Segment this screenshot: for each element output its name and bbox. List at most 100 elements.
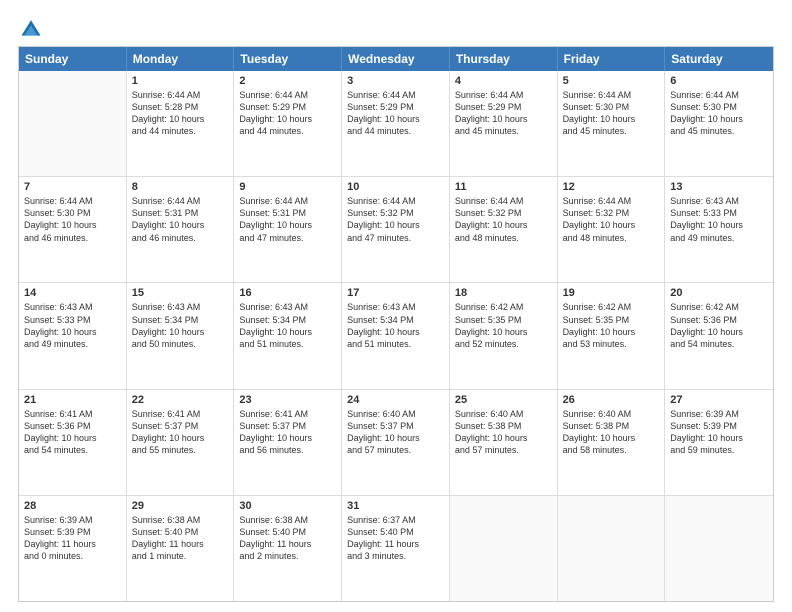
day-info: Sunrise: 6:38 AM Sunset: 5:40 PM Dayligh…: [239, 514, 336, 563]
calendar-row-1: 7 Sunrise: 6:44 AM Sunset: 5:30 PM Daylig…: [19, 177, 773, 283]
day-info: Sunrise: 6:44 AM Sunset: 5:29 PM Dayligh…: [455, 89, 552, 138]
day-info: Sunrise: 6:42 AM Sunset: 5:35 PM Dayligh…: [455, 301, 552, 350]
day-info: Sunrise: 6:42 AM Sunset: 5:35 PM Dayligh…: [563, 301, 660, 350]
day-info: Sunrise: 6:40 AM Sunset: 5:37 PM Dayligh…: [347, 408, 444, 457]
day-cell-31: 31 Sunrise: 6:37 AM Sunset: 5:40 PM Dayli…: [342, 496, 450, 601]
day-info: Sunrise: 6:38 AM Sunset: 5:40 PM Dayligh…: [132, 514, 229, 563]
day-info: Sunrise: 6:39 AM Sunset: 5:39 PM Dayligh…: [670, 408, 768, 457]
day-number: 18: [455, 287, 552, 299]
header-cell-sunday: Sunday: [19, 47, 127, 71]
calendar: SundayMondayTuesdayWednesdayThursdayFrid…: [18, 46, 774, 602]
day-cell-2: 2 Sunrise: 6:44 AM Sunset: 5:29 PM Daylig…: [234, 71, 342, 176]
day-cell-3: 3 Sunrise: 6:44 AM Sunset: 5:29 PM Daylig…: [342, 71, 450, 176]
header-cell-friday: Friday: [558, 47, 666, 71]
day-info: Sunrise: 6:41 AM Sunset: 5:36 PM Dayligh…: [24, 408, 121, 457]
day-number: 1: [132, 75, 229, 87]
day-info: Sunrise: 6:42 AM Sunset: 5:36 PM Dayligh…: [670, 301, 768, 350]
day-number: 30: [239, 500, 336, 512]
calendar-row-0: 1Sunrise: 6:44 AM Sunset: 5:28 PM Daylig…: [19, 71, 773, 177]
day-number: 9: [239, 181, 336, 193]
day-number: 11: [455, 181, 552, 193]
day-cell-16: 16 Sunrise: 6:43 AM Sunset: 5:34 PM Dayli…: [234, 283, 342, 388]
day-number: 15: [132, 287, 229, 299]
day-info: Sunrise: 6:44 AM Sunset: 5:32 PM Dayligh…: [563, 195, 660, 244]
day-info: Sunrise: 6:41 AM Sunset: 5:37 PM Dayligh…: [239, 408, 336, 457]
day-info: Sunrise: 6:44 AM Sunset: 5:29 PM Dayligh…: [347, 89, 444, 138]
day-info: Sunrise: 6:43 AM Sunset: 5:33 PM Dayligh…: [24, 301, 121, 350]
calendar-header: SundayMondayTuesdayWednesdayThursdayFrid…: [19, 47, 773, 71]
day-info: Sunrise: 6:44 AM Sunset: 5:32 PM Dayligh…: [455, 195, 552, 244]
day-cell-11: 11 Sunrise: 6:44 AM Sunset: 5:32 PM Dayli…: [450, 177, 558, 282]
day-cell-10: 10 Sunrise: 6:44 AM Sunset: 5:32 PM Dayli…: [342, 177, 450, 282]
day-cell-8: 8 Sunrise: 6:44 AM Sunset: 5:31 PM Daylig…: [127, 177, 235, 282]
day-cell-20: 20 Sunrise: 6:42 AM Sunset: 5:36 PM Dayli…: [665, 283, 773, 388]
day-number: 6: [670, 75, 768, 87]
empty-cell-4-6: [665, 496, 773, 601]
header-cell-monday: Monday: [127, 47, 235, 71]
day-number: 28: [24, 500, 121, 512]
day-info: Sunrise: 6:44 AM Sunset: 5:32 PM Dayligh…: [347, 195, 444, 244]
day-cell-13: 13 Sunrise: 6:43 AM Sunset: 5:33 PM Dayli…: [665, 177, 773, 282]
day-info: Sunrise: 6:37 AM Sunset: 5:40 PM Dayligh…: [347, 514, 444, 563]
day-number: 7: [24, 181, 121, 193]
day-info: Sunrise: 6:44 AM Sunset: 5:30 PM Dayligh…: [24, 195, 121, 244]
day-number: 22: [132, 394, 229, 406]
day-number: 17: [347, 287, 444, 299]
calendar-row-2: 14 Sunrise: 6:43 AM Sunset: 5:33 PM Dayli…: [19, 283, 773, 389]
day-number: 8: [132, 181, 229, 193]
day-info: Sunrise: 6:44 AM Sunset: 5:31 PM Dayligh…: [132, 195, 229, 244]
day-info: Sunrise: 6:43 AM Sunset: 5:34 PM Dayligh…: [239, 301, 336, 350]
day-cell-1: 1Sunrise: 6:44 AM Sunset: 5:28 PM Daylig…: [127, 71, 235, 176]
day-info: Sunrise: 6:41 AM Sunset: 5:37 PM Dayligh…: [132, 408, 229, 457]
day-cell-5: 5 Sunrise: 6:44 AM Sunset: 5:30 PM Daylig…: [558, 71, 666, 176]
day-number: 14: [24, 287, 121, 299]
day-cell-21: 21 Sunrise: 6:41 AM Sunset: 5:36 PM Dayli…: [19, 390, 127, 495]
day-cell-7: 7 Sunrise: 6:44 AM Sunset: 5:30 PM Daylig…: [19, 177, 127, 282]
day-info: Sunrise: 6:44 AM Sunset: 5:30 PM Dayligh…: [563, 89, 660, 138]
logo: [18, 18, 42, 36]
day-cell-24: 24 Sunrise: 6:40 AM Sunset: 5:37 PM Dayli…: [342, 390, 450, 495]
calendar-row-4: 28 Sunrise: 6:39 AM Sunset: 5:39 PM Dayli…: [19, 496, 773, 601]
day-cell-26: 26Sunrise: 6:40 AM Sunset: 5:38 PM Dayli…: [558, 390, 666, 495]
day-number: 2: [239, 75, 336, 87]
day-info: Sunrise: 6:43 AM Sunset: 5:34 PM Dayligh…: [132, 301, 229, 350]
day-number: 24: [347, 394, 444, 406]
empty-cell-4-5: [558, 496, 666, 601]
day-cell-25: 25Sunrise: 6:40 AM Sunset: 5:38 PM Dayli…: [450, 390, 558, 495]
day-cell-15: 15 Sunrise: 6:43 AM Sunset: 5:34 PM Dayli…: [127, 283, 235, 388]
page-header: [18, 18, 774, 36]
day-cell-17: 17Sunrise: 6:43 AM Sunset: 5:34 PM Dayli…: [342, 283, 450, 388]
day-cell-23: 23 Sunrise: 6:41 AM Sunset: 5:37 PM Dayli…: [234, 390, 342, 495]
day-info: Sunrise: 6:40 AM Sunset: 5:38 PM Dayligh…: [455, 408, 552, 457]
day-info: Sunrise: 6:39 AM Sunset: 5:39 PM Dayligh…: [24, 514, 121, 563]
day-cell-9: 9 Sunrise: 6:44 AM Sunset: 5:31 PM Daylig…: [234, 177, 342, 282]
day-number: 27: [670, 394, 768, 406]
day-info: Sunrise: 6:43 AM Sunset: 5:33 PM Dayligh…: [670, 195, 768, 244]
day-number: 29: [132, 500, 229, 512]
day-cell-29: 29 Sunrise: 6:38 AM Sunset: 5:40 PM Dayli…: [127, 496, 235, 601]
day-number: 3: [347, 75, 444, 87]
day-cell-19: 19Sunrise: 6:42 AM Sunset: 5:35 PM Dayli…: [558, 283, 666, 388]
day-number: 5: [563, 75, 660, 87]
header-cell-saturday: Saturday: [665, 47, 773, 71]
day-number: 20: [670, 287, 768, 299]
day-info: Sunrise: 6:44 AM Sunset: 5:29 PM Dayligh…: [239, 89, 336, 138]
day-cell-6: 6 Sunrise: 6:44 AM Sunset: 5:30 PM Daylig…: [665, 71, 773, 176]
header-cell-thursday: Thursday: [450, 47, 558, 71]
day-cell-30: 30 Sunrise: 6:38 AM Sunset: 5:40 PM Dayli…: [234, 496, 342, 601]
day-number: 4: [455, 75, 552, 87]
day-info: Sunrise: 6:44 AM Sunset: 5:31 PM Dayligh…: [239, 195, 336, 244]
logo-icon: [20, 18, 42, 40]
day-number: 10: [347, 181, 444, 193]
day-number: 26: [563, 394, 660, 406]
day-cell-12: 12Sunrise: 6:44 AM Sunset: 5:32 PM Dayli…: [558, 177, 666, 282]
day-number: 16: [239, 287, 336, 299]
day-number: 13: [670, 181, 768, 193]
empty-cell-0-0: [19, 71, 127, 176]
day-number: 31: [347, 500, 444, 512]
calendar-row-3: 21 Sunrise: 6:41 AM Sunset: 5:36 PM Dayli…: [19, 390, 773, 496]
day-number: 23: [239, 394, 336, 406]
day-number: 21: [24, 394, 121, 406]
header-cell-tuesday: Tuesday: [234, 47, 342, 71]
day-info: Sunrise: 6:44 AM Sunset: 5:30 PM Dayligh…: [670, 89, 768, 138]
